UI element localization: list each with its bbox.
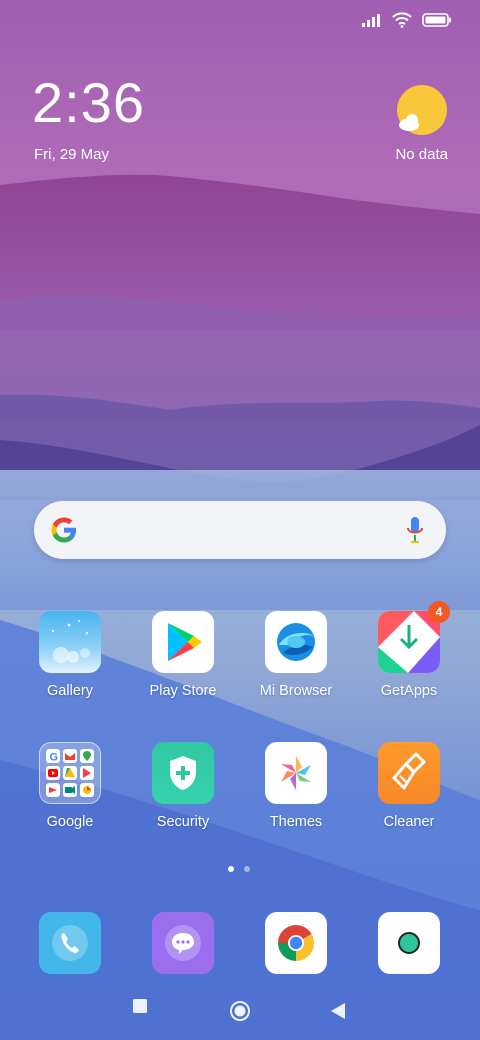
home-icon[interactable] <box>229 1000 251 1022</box>
messaging-icon <box>152 912 214 974</box>
recents-icon[interactable] <box>132 998 148 1014</box>
google-g-icon <box>51 517 76 543</box>
mic-icon[interactable] <box>406 516 424 544</box>
clock-date[interactable]: Fri, 29 May <box>34 146 109 163</box>
page-dot-active <box>228 866 234 872</box>
app-gallery[interactable]: Gallery <box>20 611 120 699</box>
cleaner-icon <box>378 742 440 804</box>
page-indicator <box>228 866 250 872</box>
signal-icon <box>362 14 380 27</box>
mi-browser-icon <box>265 611 327 673</box>
status-bar <box>362 12 452 28</box>
app-label: Cleaner <box>383 814 435 830</box>
getapps-icon <box>378 611 440 673</box>
svg-text:G: G <box>50 752 59 764</box>
gallery-icon <box>39 611 101 673</box>
google-search-bar[interactable] <box>34 501 446 559</box>
back-icon[interactable] <box>330 1002 346 1020</box>
camera-icon <box>378 912 440 974</box>
app-label: Google <box>46 814 94 830</box>
battery-icon <box>422 13 451 27</box>
dock-camera[interactable] <box>359 912 459 974</box>
app-cleaner[interactable]: Cleaner <box>359 742 459 830</box>
app-google-folder[interactable]: G Google <box>20 742 120 830</box>
dock-chrome[interactable] <box>246 912 346 974</box>
app-themes[interactable]: Themes <box>246 742 346 830</box>
app-getapps[interactable]: 4 GetApps <box>359 601 459 699</box>
themes-icon <box>265 742 327 804</box>
sun-cloud-icon[interactable] <box>396 84 448 136</box>
phone-icon <box>39 912 101 974</box>
chrome-icon <box>265 912 327 974</box>
app-security[interactable]: Security <box>133 742 233 830</box>
app-label: GetApps <box>380 683 438 699</box>
app-label: Themes <box>269 814 323 830</box>
app-label: Security <box>156 814 210 830</box>
google-folder-icon: G <box>39 742 101 804</box>
app-mi-browser[interactable]: Mi Browser <box>246 611 346 699</box>
wifi-icon <box>392 12 412 28</box>
security-icon <box>152 742 214 804</box>
app-label: Gallery <box>47 683 93 699</box>
app-play-store[interactable]: Play Store <box>133 611 233 699</box>
weather-status[interactable]: No data <box>395 146 448 163</box>
notification-badge: 4 <box>428 601 450 623</box>
app-label: Mi Browser <box>259 683 333 699</box>
dock-phone[interactable] <box>20 912 120 974</box>
app-label: Play Store <box>149 683 217 699</box>
dock-messaging[interactable] <box>133 912 233 974</box>
page-dot <box>244 866 250 872</box>
play-store-icon <box>152 611 214 673</box>
clock-time[interactable]: 2:36 <box>32 70 145 135</box>
